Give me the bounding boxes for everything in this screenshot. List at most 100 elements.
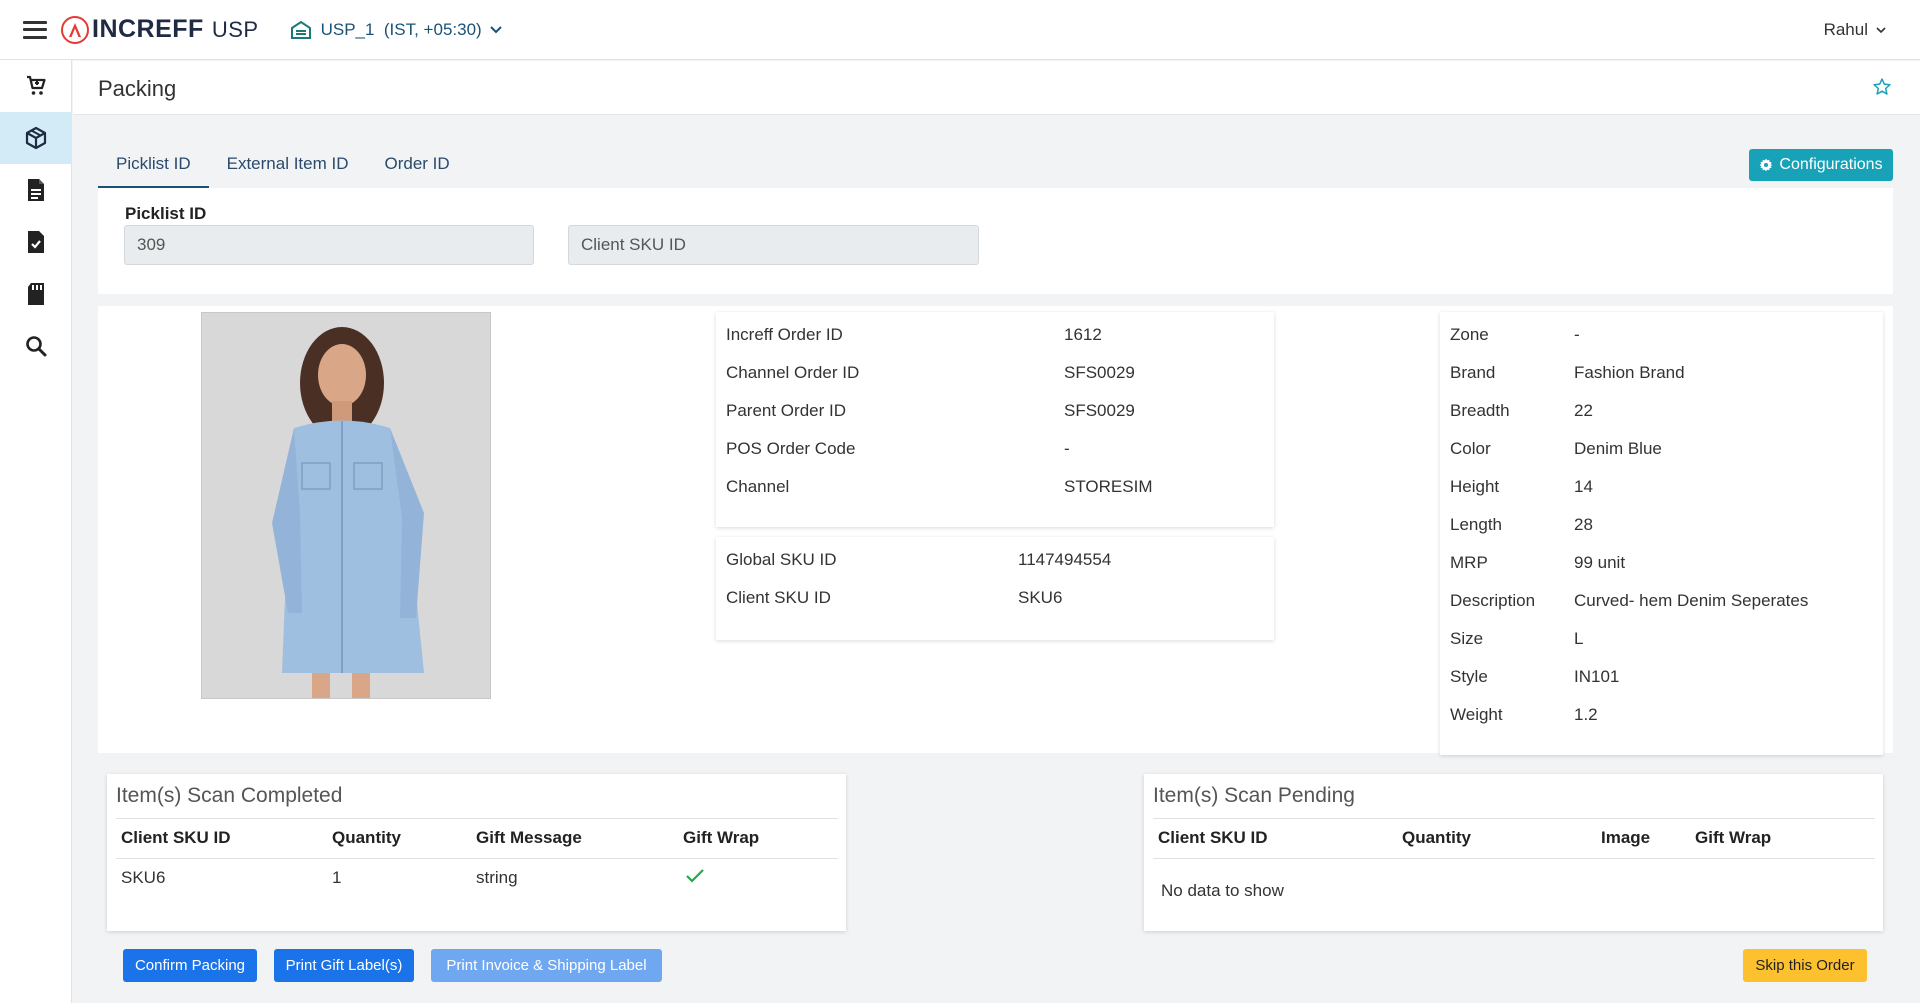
search-mode-tabs: Picklist ID External Item ID Order ID bbox=[98, 145, 468, 188]
attribute-label: MRP bbox=[1450, 553, 1488, 572]
column-header: Image bbox=[1601, 828, 1651, 847]
client-sku-id-input[interactable] bbox=[568, 225, 979, 265]
configurations-button[interactable]: Configurations bbox=[1749, 149, 1893, 181]
picklist-id-label: Picklist ID bbox=[125, 204, 207, 223]
sidebar bbox=[0, 60, 72, 1003]
cart-icon bbox=[27, 75, 46, 95]
column-header: Quantity bbox=[332, 828, 401, 847]
scan-pending-title: Item(s) Scan Pending bbox=[1153, 784, 1355, 807]
skip-order-button[interactable]: Skip this Order bbox=[1743, 949, 1867, 982]
sidebar-item-packing[interactable] bbox=[0, 112, 72, 164]
tab-external-item-id[interactable]: External Item ID bbox=[209, 145, 367, 188]
tab-order-id[interactable]: Order ID bbox=[367, 145, 468, 188]
column-header: Client SKU ID bbox=[121, 828, 231, 847]
attribute-label: Length bbox=[1450, 515, 1502, 534]
configurations-label: Configurations bbox=[1779, 156, 1883, 173]
attribute-label: Zone bbox=[1450, 325, 1489, 344]
cell-gift-message: string bbox=[476, 868, 518, 887]
confirm-packing-button[interactable]: Confirm Packing bbox=[123, 949, 257, 982]
sku-info-value: 1147494554 bbox=[1018, 550, 1112, 569]
cell-sku: SKU6 bbox=[121, 868, 166, 887]
divider bbox=[116, 818, 838, 819]
scan-completed-table: Item(s) Scan Completed Client SKU ID Qua… bbox=[107, 774, 846, 931]
column-header: Client SKU ID bbox=[1158, 828, 1268, 847]
attribute-value: - bbox=[1574, 325, 1580, 344]
sidebar-item-documents[interactable] bbox=[0, 164, 72, 216]
sidebar-item-search[interactable] bbox=[0, 320, 72, 372]
check-icon bbox=[685, 868, 705, 889]
document-icon bbox=[28, 179, 44, 201]
attribute-value: Fashion Brand bbox=[1574, 363, 1685, 382]
sku-info-value: SKU6 bbox=[1018, 588, 1063, 607]
attribute-label: Description bbox=[1450, 591, 1536, 610]
tab-picklist-id[interactable]: Picklist ID bbox=[98, 145, 209, 188]
scan-completed-title: Item(s) Scan Completed bbox=[116, 784, 343, 807]
order-info-value: 1612 bbox=[1064, 325, 1102, 344]
sidebar-item-invoices[interactable] bbox=[0, 216, 72, 268]
logo-mark-icon bbox=[61, 15, 89, 44]
box-icon bbox=[25, 126, 47, 150]
page-title: Packing bbox=[98, 76, 177, 101]
sku-info-label: Client SKU ID bbox=[726, 588, 831, 607]
attribute-label: Style bbox=[1450, 667, 1488, 686]
user-name: Rahul bbox=[1823, 20, 1868, 39]
divider bbox=[1153, 818, 1875, 819]
attribute-label: Breadth bbox=[1450, 401, 1510, 420]
order-info-label: Channel bbox=[726, 477, 790, 496]
order-info-value: SFS0029 bbox=[1064, 363, 1135, 382]
attribute-label: Color bbox=[1450, 439, 1491, 458]
top-bar: INCREFF USP USP_1 (IST, +05:30) Rahul bbox=[0, 0, 1920, 60]
order-info-value: SFS0029 bbox=[1064, 401, 1135, 420]
location-selector[interactable]: USP_1 (IST, +05:30) bbox=[290, 19, 502, 40]
logo-text: INCREFF bbox=[92, 15, 204, 43]
order-info-value: - bbox=[1064, 439, 1070, 458]
user-menu[interactable]: Rahul bbox=[1824, 0, 1886, 60]
picklist-id-input[interactable] bbox=[124, 225, 534, 265]
page-header: Packing bbox=[73, 61, 1920, 115]
attribute-value: 14 bbox=[1574, 477, 1593, 496]
attribute-value: Curved- hem Denim Seperates bbox=[1574, 591, 1809, 610]
order-info-label: Increff Order ID bbox=[726, 325, 843, 344]
product-image bbox=[201, 312, 491, 699]
chevron-down-icon bbox=[489, 25, 502, 34]
divider bbox=[1153, 858, 1875, 859]
attribute-value: 28 bbox=[1574, 515, 1593, 534]
app-name: USP bbox=[211, 16, 259, 42]
scan-pending-table: Item(s) Scan Pending Client SKU ID Quant… bbox=[1144, 774, 1883, 931]
warehouse-icon bbox=[290, 20, 311, 39]
print-gift-label-button[interactable]: Print Gift Label(s) bbox=[274, 949, 414, 982]
sidebar-item-storage[interactable] bbox=[0, 268, 72, 320]
column-header: Gift Wrap bbox=[683, 828, 760, 847]
column-header: Quantity bbox=[1402, 828, 1471, 847]
logo[interactable]: INCREFF USP bbox=[61, 15, 259, 44]
order-info-value: STORESIM bbox=[1064, 477, 1153, 496]
document-check-icon bbox=[28, 231, 44, 253]
favorite-star-icon[interactable] bbox=[1872, 77, 1892, 102]
attribute-label: Brand bbox=[1450, 363, 1496, 382]
chevron-down-icon bbox=[1876, 26, 1886, 34]
sidebar-item-orders[interactable] bbox=[0, 60, 72, 112]
sku-info-label: Global SKU ID bbox=[726, 550, 837, 569]
sd-card-icon bbox=[28, 283, 44, 305]
attribute-value: L bbox=[1574, 629, 1584, 648]
cell-quantity: 1 bbox=[332, 868, 342, 887]
attribute-value: 22 bbox=[1574, 401, 1593, 420]
empty-state-text: No data to show bbox=[1161, 881, 1284, 900]
column-header: Gift Message bbox=[476, 828, 582, 847]
attribute-value: 99 unit bbox=[1574, 553, 1626, 572]
attribute-label: Weight bbox=[1450, 705, 1503, 724]
attribute-value: IN101 bbox=[1574, 667, 1620, 686]
search-icon bbox=[26, 336, 47, 357]
print-invoice-shipping-label-button[interactable]: Print Invoice & Shipping Label bbox=[431, 949, 662, 982]
attribute-label: Size bbox=[1450, 629, 1484, 648]
attribute-value: 1.2 bbox=[1574, 705, 1598, 724]
attribute-label: Height bbox=[1450, 477, 1500, 496]
location-label: USP_1 (IST, +05:30) bbox=[320, 19, 482, 39]
divider bbox=[116, 858, 838, 859]
column-header: Gift Wrap bbox=[1695, 828, 1772, 847]
order-info-label: POS Order Code bbox=[726, 439, 856, 458]
order-info-label: Parent Order ID bbox=[726, 401, 846, 420]
gear-icon bbox=[1759, 158, 1773, 172]
hamburger-menu-icon[interactable] bbox=[23, 20, 47, 39]
attribute-value: Denim Blue bbox=[1574, 439, 1662, 458]
